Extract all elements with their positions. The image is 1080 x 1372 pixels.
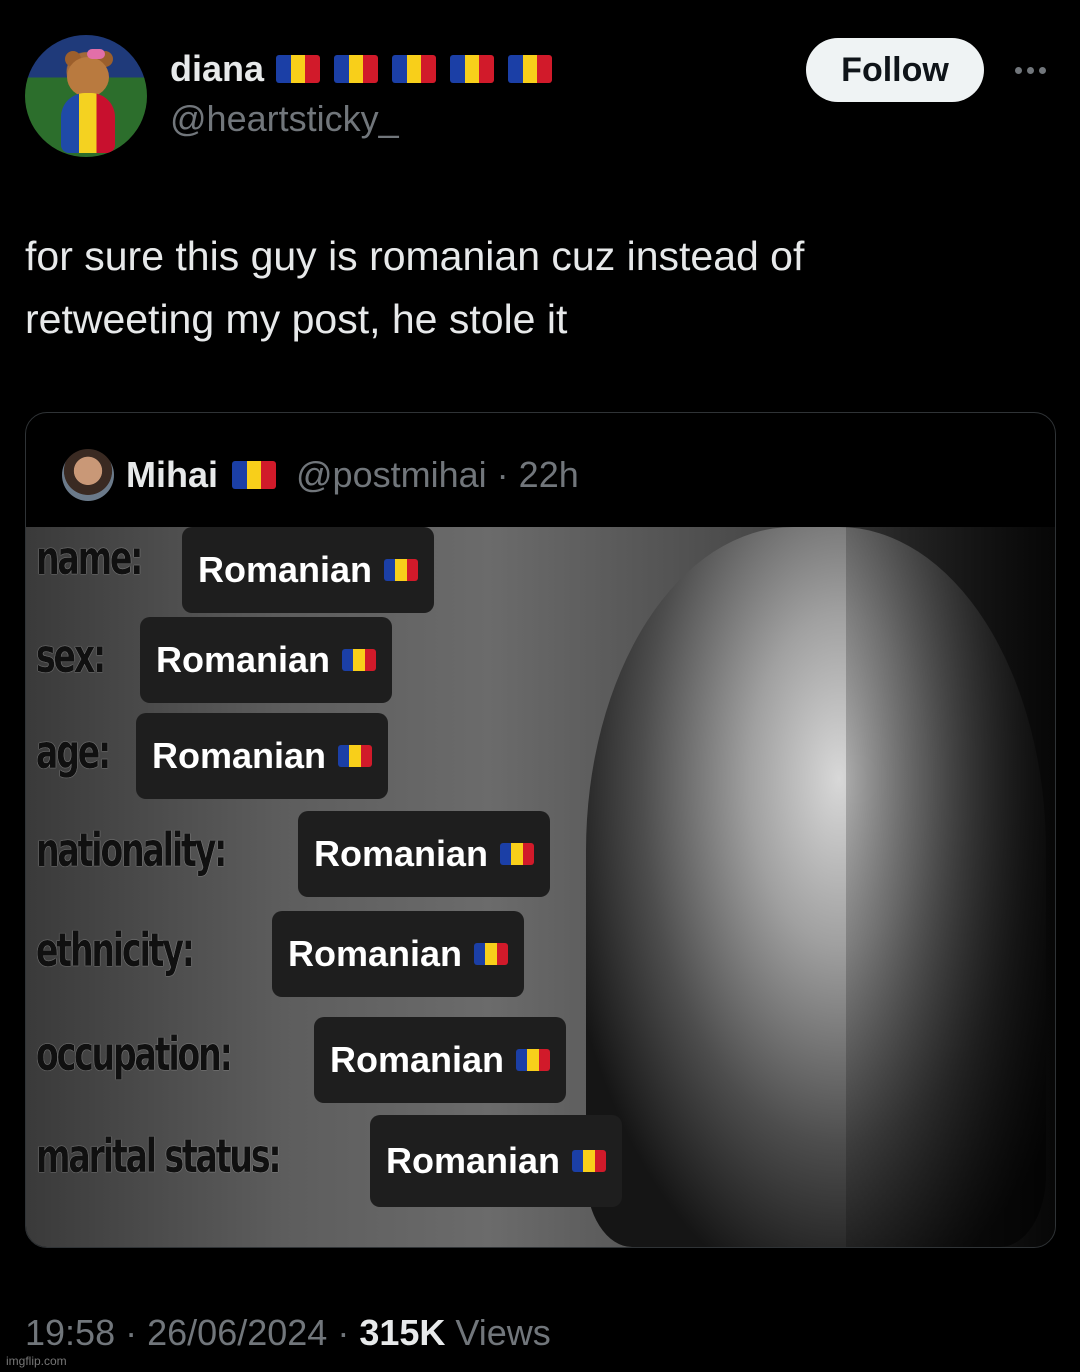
meme-value-box: Romanian [370,1115,623,1207]
meme-field-label: age: [36,725,111,779]
meme-field-label: name: [36,531,144,585]
romania-flag-icon [474,943,509,965]
tweet-date[interactable]: 26/06/2024 [147,1312,327,1353]
views-count: 315K [359,1312,446,1353]
tweet-text-line: for sure this guy is romanian cuz instea… [25,233,805,279]
romania-flag-icon [338,745,373,767]
meme-value-text: Romanian [314,833,489,874]
meme-field-label: nationality: [36,823,227,877]
romania-flag-icon [342,649,377,671]
meme-field-label: ethnicity: [36,923,195,977]
romania-flag-icon [572,1150,607,1172]
meme-value-text: Romanian [386,1140,561,1181]
romania-flag-icon [450,55,495,83]
meme-value-text: Romanian [152,735,327,776]
romania-flag-icon [334,55,379,83]
quoted-author-handle: @postmihai · 22h [296,454,579,495]
tweet-text-line: retweeting my post, he stole it [25,296,568,342]
meme-value-box: Romanian [182,527,435,613]
meme-shadow [846,527,1055,1247]
romania-flag-icon [232,461,277,489]
author-name-row: diana [170,48,553,90]
meme-field-label: occupation: [36,1027,233,1081]
more-options-icon[interactable] [1008,52,1052,88]
romania-flag-icon [516,1049,551,1071]
meme-value-box: Romanian [298,811,551,897]
meme-value-text: Romanian [156,639,331,680]
romania-flag-icon [508,55,553,83]
quoted-tweet-header: Mihai @postmihai · 22h [62,449,579,501]
meme-value-text: Romanian [198,549,373,590]
author-flags [276,55,553,83]
author-handle[interactable]: @heartsticky_ [170,98,399,140]
author-display-name[interactable]: diana [170,48,264,90]
romania-flag-icon [392,55,437,83]
quoted-author-avatar [62,449,114,501]
follow-button[interactable]: Follow [806,38,984,102]
meme-value-text: Romanian [330,1039,505,1080]
footer-separator: · [337,1312,350,1353]
romania-flag-icon [276,55,321,83]
meme-image: name: Romanian sex: Romanian age: Romani… [26,527,1055,1247]
imgflip-watermark: imgflip.com [6,1354,67,1368]
footer-separator: · [125,1312,138,1353]
meme-field-label: sex: [36,629,106,683]
meme-value-box: Romanian [140,617,393,703]
meme-value-text: Romanian [288,933,463,974]
romania-flag-icon [384,559,419,581]
meme-value-box: Romanian [136,713,389,799]
bear-body [61,93,115,153]
bear-head [67,57,109,97]
romania-flag-icon [500,843,535,865]
views-label: Views [455,1312,551,1353]
bear-bow [87,49,105,59]
quoted-author-name: Mihai [126,454,219,495]
author-avatar[interactable] [25,35,147,157]
meme-value-box: Romanian [314,1017,567,1103]
meme-field-label: marital status: [36,1129,282,1183]
tweet-time[interactable]: 19:58 [25,1312,115,1353]
quoted-tweet-card[interactable]: Mihai @postmihai · 22h name: Romanian se… [25,412,1056,1248]
tweet-footer: 19:58 · 26/06/2024 · 315K Views [25,1312,551,1354]
meme-value-box: Romanian [272,911,525,997]
tweet-text: for sure this guy is romanian cuz instea… [25,225,1045,351]
